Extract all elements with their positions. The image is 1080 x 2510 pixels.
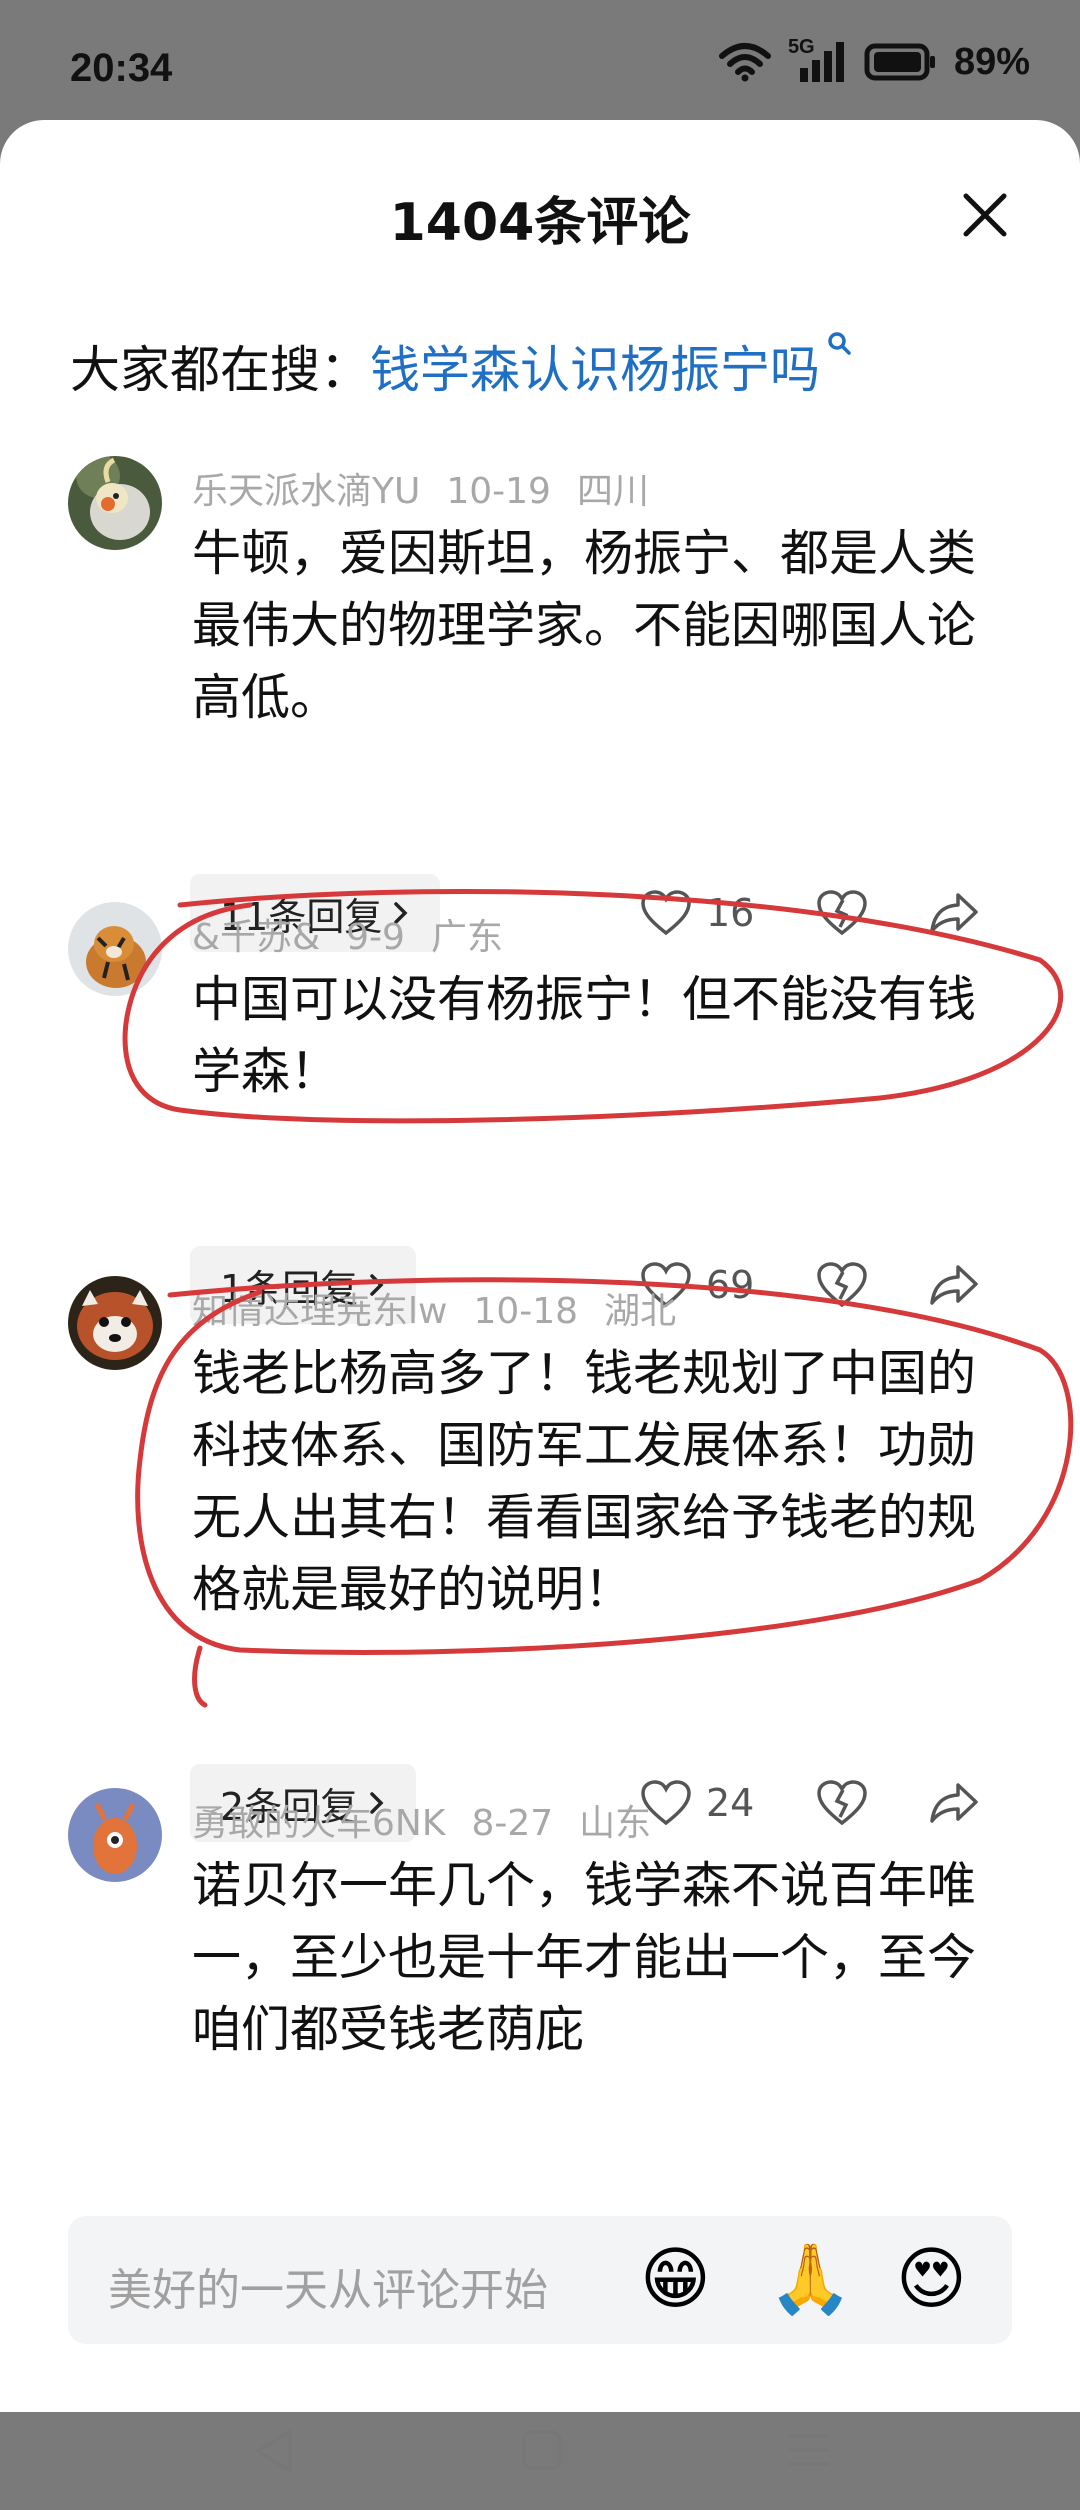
comment-date: 8-27 [471,1803,554,1844]
comment-input[interactable]: 美好的一天从评论开始 😁 🙏 😍 [68,2216,1012,2344]
search-prefix: 大家都在搜： [70,341,370,399]
battery-percent: 89% [953,40,1030,83]
comment-date: 9-9 [346,917,405,958]
comment-location: 广东 [430,917,503,958]
search-suggestion[interactable]: 大家都在搜：钱学森认识杨振宁吗 [70,330,854,402]
comment-input-placeholder: 美好的一天从评论开始 [108,2265,548,2316]
avatar[interactable] [68,1788,162,1882]
status-bar: 20:34 5G 89% [0,0,1080,140]
comment-actions: 24 [640,1764,980,1842]
home-nav-icon[interactable] [520,2428,564,2472]
menu-nav-icon[interactable] [786,2430,832,2470]
like-button[interactable]: 16 [640,889,766,937]
comment-text: 钱老比杨高多了！钱老规划了中国的科技体系、国防军工发展体系！功勋无人出其右！看看… [192,1345,977,1618]
pray-emoji-button[interactable]: 🙏 [768,2238,853,2322]
comment-text: 中国可以没有杨振宁！但不能没有钱学森！ [192,971,977,1100]
sheet-title: 1404条评论 [389,193,691,253]
comment-meta: 勇敢的火车6NK 8-27 山东 [192,1794,677,1846]
signal-icon: 5G [788,36,848,84]
comment-location: 山东 [579,1803,652,1844]
comment-meta: 知情达理尭东lw 10-18 湖北 [192,1282,702,1334]
comment-username[interactable]: 乐天派水滴YU [192,471,420,512]
comment-meta: &千苏& 9-9 广东 [192,908,529,960]
search-query-link[interactable]: 钱学森认识杨振宁吗 [370,341,820,399]
share-icon[interactable] [928,891,980,935]
heart-eyes-emoji-button[interactable]: 😍 [896,2238,967,2322]
share-icon[interactable] [928,1263,980,1307]
status-time: 20:34 [70,46,173,90]
grin-emoji-button[interactable]: 😁 [640,2238,711,2322]
comment-actions: 16 [640,874,980,952]
dislike-icon[interactable] [816,1779,868,1827]
share-icon[interactable] [928,1781,980,1825]
wifi-icon [718,43,771,82]
dislike-icon[interactable] [816,889,868,937]
avatar[interactable] [68,456,162,550]
comment-date: 10-19 [446,471,551,512]
heart-icon [641,890,691,936]
comment-location: 湖北 [604,1291,677,1332]
status-icons: 5G 89% [718,36,1030,84]
comment-sheet: 1404条评论 大家都在搜：钱学森认识杨振宁吗 乐天派水滴YU 10-19 四川 牛… [0,120,1080,2473]
comment-username[interactable]: &千苏& [192,917,320,958]
comment-username[interactable]: 勇敢的火车6NK [192,1803,445,1844]
avatar[interactable] [68,1276,162,1370]
like-count: 69 [706,1263,755,1307]
search-icon [828,332,851,355]
back-nav-icon[interactable] [252,2426,298,2476]
comment-text: 诺贝尔一年几个，钱学森不说百年唯一，至少也是十年才能出一个，至今咱们都受钱老荫庇 [192,1857,977,2058]
avatar[interactable] [68,902,162,996]
comment-text: 牛顿，爱因斯坦，杨振宁、都是人类最伟大的物理学家。不能因哪国人论高低。 [192,525,977,726]
like-count: 24 [706,1781,755,1825]
comment-meta: 乐天派水滴YU 10-19 四川 [192,462,675,514]
comment-location: 四川 [576,471,649,512]
comment-date: 10-18 [473,1291,579,1332]
comment-username[interactable]: 知情达理尭东lw [192,1291,447,1332]
close-icon[interactable] [960,190,1010,240]
like-count: 16 [706,891,755,935]
system-nav-bar [0,2390,1080,2510]
battery-icon [864,43,935,81]
dislike-icon[interactable] [816,1261,868,1309]
